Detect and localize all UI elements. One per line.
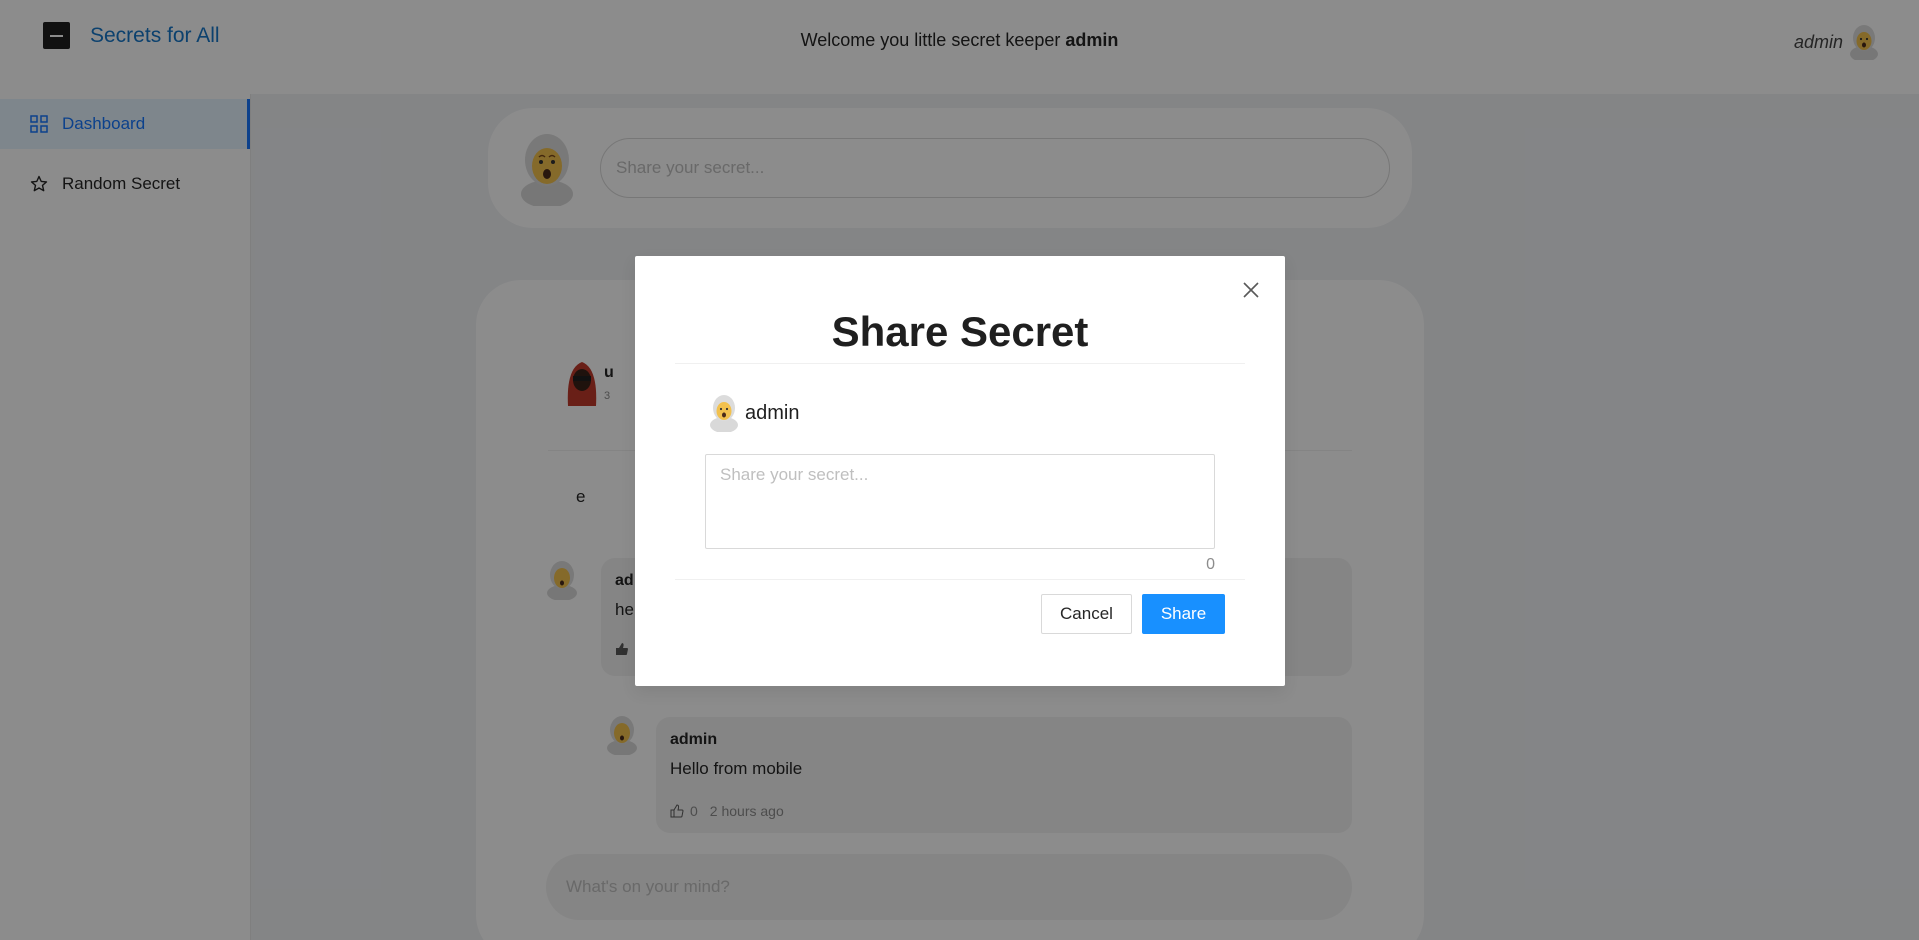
share-secret-modal: Share Secret admin Share your secret... …: [635, 256, 1285, 686]
character-count: 0: [1206, 556, 1215, 573]
share-button[interactable]: Share: [1142, 594, 1225, 634]
modal-title: Share Secret: [831, 308, 1089, 355]
secret-textarea[interactable]: Share your secret...: [705, 454, 1215, 549]
modal-username: admin: [745, 401, 800, 424]
divider: [675, 579, 1245, 580]
avatar: [710, 395, 738, 432]
divider: [675, 363, 1245, 364]
close-icon[interactable]: [1241, 280, 1261, 300]
cancel-button[interactable]: Cancel: [1041, 594, 1132, 634]
modal-user: admin: [709, 394, 799, 432]
